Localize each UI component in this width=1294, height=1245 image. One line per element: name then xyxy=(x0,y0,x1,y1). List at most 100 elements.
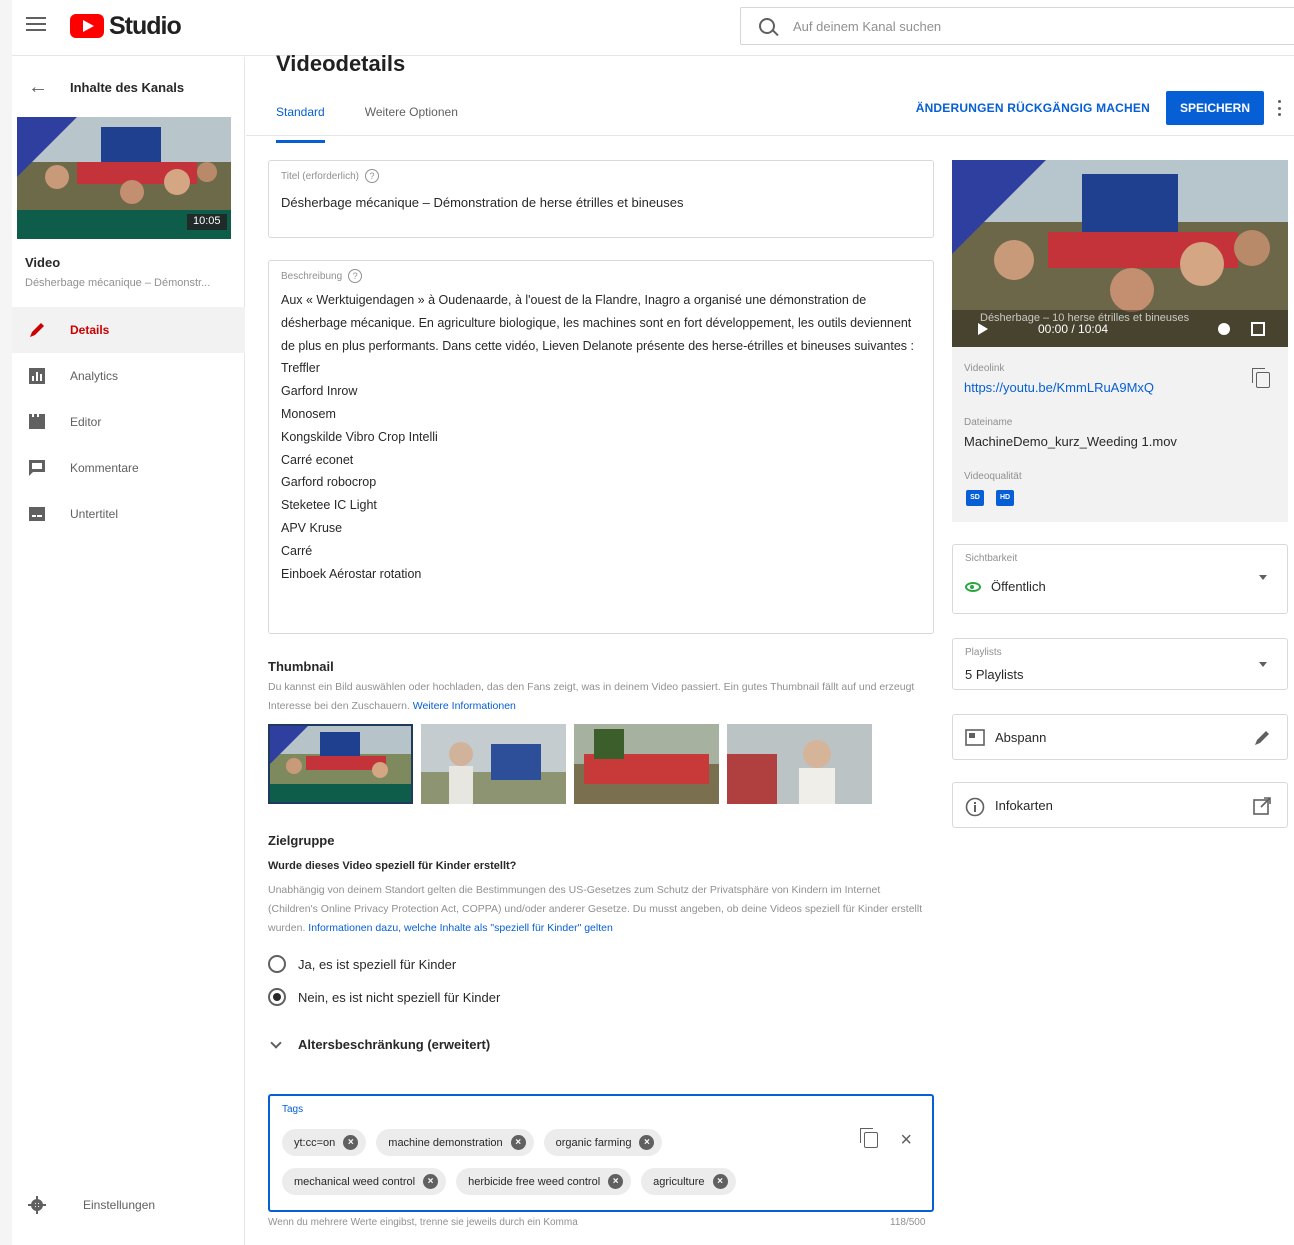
page-title: Videodetails xyxy=(276,51,406,76)
tag-chip[interactable]: yt:cc=on × xyxy=(282,1129,367,1156)
sidebar-item-label: Analytics xyxy=(70,369,119,383)
remove-tag-icon[interactable]: × xyxy=(343,1135,359,1150)
help-icon[interactable]: ? xyxy=(348,269,363,283)
sidebar-item-subtitles[interactable]: Untertitel xyxy=(12,491,245,537)
radio-made-for-kids-yes[interactable]: Ja, es ist speziell für Kinder xyxy=(268,955,456,973)
search-icon[interactable] xyxy=(759,18,775,34)
details-tabs: Standard Weitere Optionen xyxy=(276,95,498,143)
remove-tag-icon[interactable]: × xyxy=(712,1174,728,1189)
back-to-channel-content[interactable]: ← Inhalte des Kanals xyxy=(12,71,245,103)
visibility-text: Öffentlich xyxy=(991,579,1046,594)
tag-text: machine demonstration xyxy=(388,1136,503,1149)
thumbnail-image xyxy=(574,724,719,804)
remove-tag-icon[interactable]: × xyxy=(510,1135,526,1150)
audience-heading: Zielgruppe xyxy=(268,833,335,848)
endscreen-icon xyxy=(965,729,985,746)
thumbnail-option-4[interactable] xyxy=(727,724,872,804)
tag-chip[interactable]: herbicide free weed control × xyxy=(456,1168,632,1195)
video-preview-player[interactable]: Désherbage – 10 herse étrilles et bineus… xyxy=(952,160,1288,347)
playlists-dropdown[interactable]: Playlists 5 Playlists xyxy=(952,638,1288,690)
description-input[interactable]: Aux « Werktuigendagen » à Oudenaarde, à … xyxy=(281,289,921,585)
main-content: Videodetails Standard Weitere Optionen Ä… xyxy=(246,51,1294,1245)
tag-chip[interactable]: machine demonstration × xyxy=(376,1129,534,1156)
playlists-label: Playlists xyxy=(965,647,1002,658)
tag-text: agriculture xyxy=(653,1175,705,1188)
thumbnail-duration: 10:05 xyxy=(193,215,221,227)
dropdown-arrow-icon xyxy=(1259,575,1267,580)
thumbnail-learn-more-link[interactable]: Weitere Informationen xyxy=(413,700,516,712)
menu-icon[interactable] xyxy=(26,17,46,33)
tag-chip[interactable]: organic farming × xyxy=(543,1129,663,1156)
comments-icon xyxy=(29,460,45,476)
sidebar-item-settings[interactable]: Einstellungen xyxy=(12,1189,245,1221)
sidebar-item-analytics[interactable]: Analytics xyxy=(12,353,245,399)
title-field-label: Titel (erforderlich) ? xyxy=(281,169,921,183)
playlists-value: 5 Playlists xyxy=(965,667,1024,682)
endscreen-row[interactable]: Abspann xyxy=(952,714,1288,760)
sidebar-item-details[interactable]: Details xyxy=(12,307,245,353)
sidebar: ← Inhalte des Kanals 10:05 Video Désherb… xyxy=(12,57,245,1245)
studio-app: Studio ← Inhalte des Kanals xyxy=(12,0,1294,1245)
remove-tag-icon[interactable]: × xyxy=(608,1174,624,1189)
hd-quality-badge: HD xyxy=(996,490,1014,506)
gear-icon xyxy=(28,1196,46,1214)
subtitles-icon xyxy=(29,507,45,521)
remove-tag-icon[interactable]: × xyxy=(423,1174,439,1189)
tags-row-2: mechanical weed control × herbicide free … xyxy=(282,1168,920,1195)
thumbnail-option-2[interactable] xyxy=(421,724,566,804)
tags-count: 118/500 xyxy=(890,1217,926,1228)
sidebar-item-label: Details xyxy=(70,323,110,337)
pencil-icon[interactable] xyxy=(1253,729,1271,747)
tab-more-options[interactable]: Weitere Optionen xyxy=(365,95,458,133)
tag-chip[interactable]: mechanical weed control × xyxy=(282,1168,447,1195)
tags-label: Tags xyxy=(282,1104,304,1115)
age-restriction-toggle[interactable]: Altersbeschränkung (erweitert) xyxy=(270,1036,491,1052)
pencil-icon xyxy=(30,323,44,337)
search-box[interactable] xyxy=(740,7,1294,45)
help-icon[interactable]: ? xyxy=(364,169,379,183)
description-field[interactable]: Beschreibung ? Aux « Werktuigendagen » à… xyxy=(268,260,934,634)
chevron-down-icon xyxy=(270,1036,282,1049)
audience-learn-more-link[interactable]: Informationen dazu, welche Inhalte als "… xyxy=(308,922,613,934)
radio-no-label: Nein, es ist nicht speziell für Kinder xyxy=(298,989,501,1005)
visibility-dropdown[interactable]: Sichtbarkeit Öffentlich xyxy=(952,544,1288,614)
thumbnail-option-3[interactable] xyxy=(574,724,719,804)
title-field[interactable]: Titel (erforderlich) ? Désherbage mécani… xyxy=(268,160,934,238)
sidebar-item-label: Untertitel xyxy=(70,507,119,521)
studio-logo[interactable]: Studio xyxy=(70,12,182,40)
title-input[interactable]: Désherbage mécanique – Démonstration de … xyxy=(281,195,921,210)
copy-icon[interactable] xyxy=(860,1128,879,1148)
analytics-icon xyxy=(29,368,45,384)
radio-button[interactable] xyxy=(268,955,286,973)
sidebar-video-subtitle: Désherbage mécanique – Démonstr... xyxy=(25,277,211,289)
cards-label: Infokarten xyxy=(995,797,1053,813)
copy-link-icon[interactable] xyxy=(1252,368,1270,388)
cards-row[interactable]: Infokarten xyxy=(952,782,1288,828)
top-header: Studio xyxy=(12,0,1294,56)
radio-button[interactable] xyxy=(268,988,286,1006)
save-button[interactable]: SPEICHERN xyxy=(1165,91,1264,125)
search-input[interactable] xyxy=(793,18,1263,34)
undo-changes-button[interactable]: ÄNDERUNGEN RÜCKGÄNGIG MACHEN xyxy=(916,101,1150,115)
remove-tag-icon[interactable]: × xyxy=(639,1135,655,1150)
tag-chip[interactable]: agriculture × xyxy=(641,1168,736,1195)
back-arrow-icon[interactable]: ← xyxy=(28,76,48,99)
tag-text: yt:cc=on xyxy=(294,1136,336,1149)
video-quality-label: Videoqualität xyxy=(964,471,1022,482)
sidebar-video-thumbnail[interactable]: 10:05 xyxy=(17,117,231,239)
thumbnail-options xyxy=(268,724,880,804)
more-vert-icon[interactable] xyxy=(1278,100,1282,116)
radio-made-for-kids-no[interactable]: Nein, es ist nicht speziell für Kinder xyxy=(268,988,500,1006)
sidebar-item-comments[interactable]: Kommentare xyxy=(12,445,245,491)
close-icon[interactable]: × xyxy=(900,1130,912,1150)
eye-icon xyxy=(965,581,981,592)
thumbnail-option-1[interactable] xyxy=(268,724,413,804)
settings-label: Einstellungen xyxy=(83,1198,156,1212)
sidebar-item-editor[interactable]: Editor xyxy=(12,399,245,445)
open-external-icon[interactable] xyxy=(1253,797,1271,815)
age-restriction-label: Altersbeschränkung (erweitert) xyxy=(298,1037,491,1052)
page-background: Studio ← Inhalte des Kanals xyxy=(0,0,1294,1245)
tags-field[interactable]: Tags yt:cc=on × machine demonstration × or… xyxy=(268,1094,934,1212)
tab-standard[interactable]: Standard xyxy=(276,95,325,143)
videolink-value[interactable]: https://youtu.be/KmmLRuA9MxQ xyxy=(964,380,1154,395)
